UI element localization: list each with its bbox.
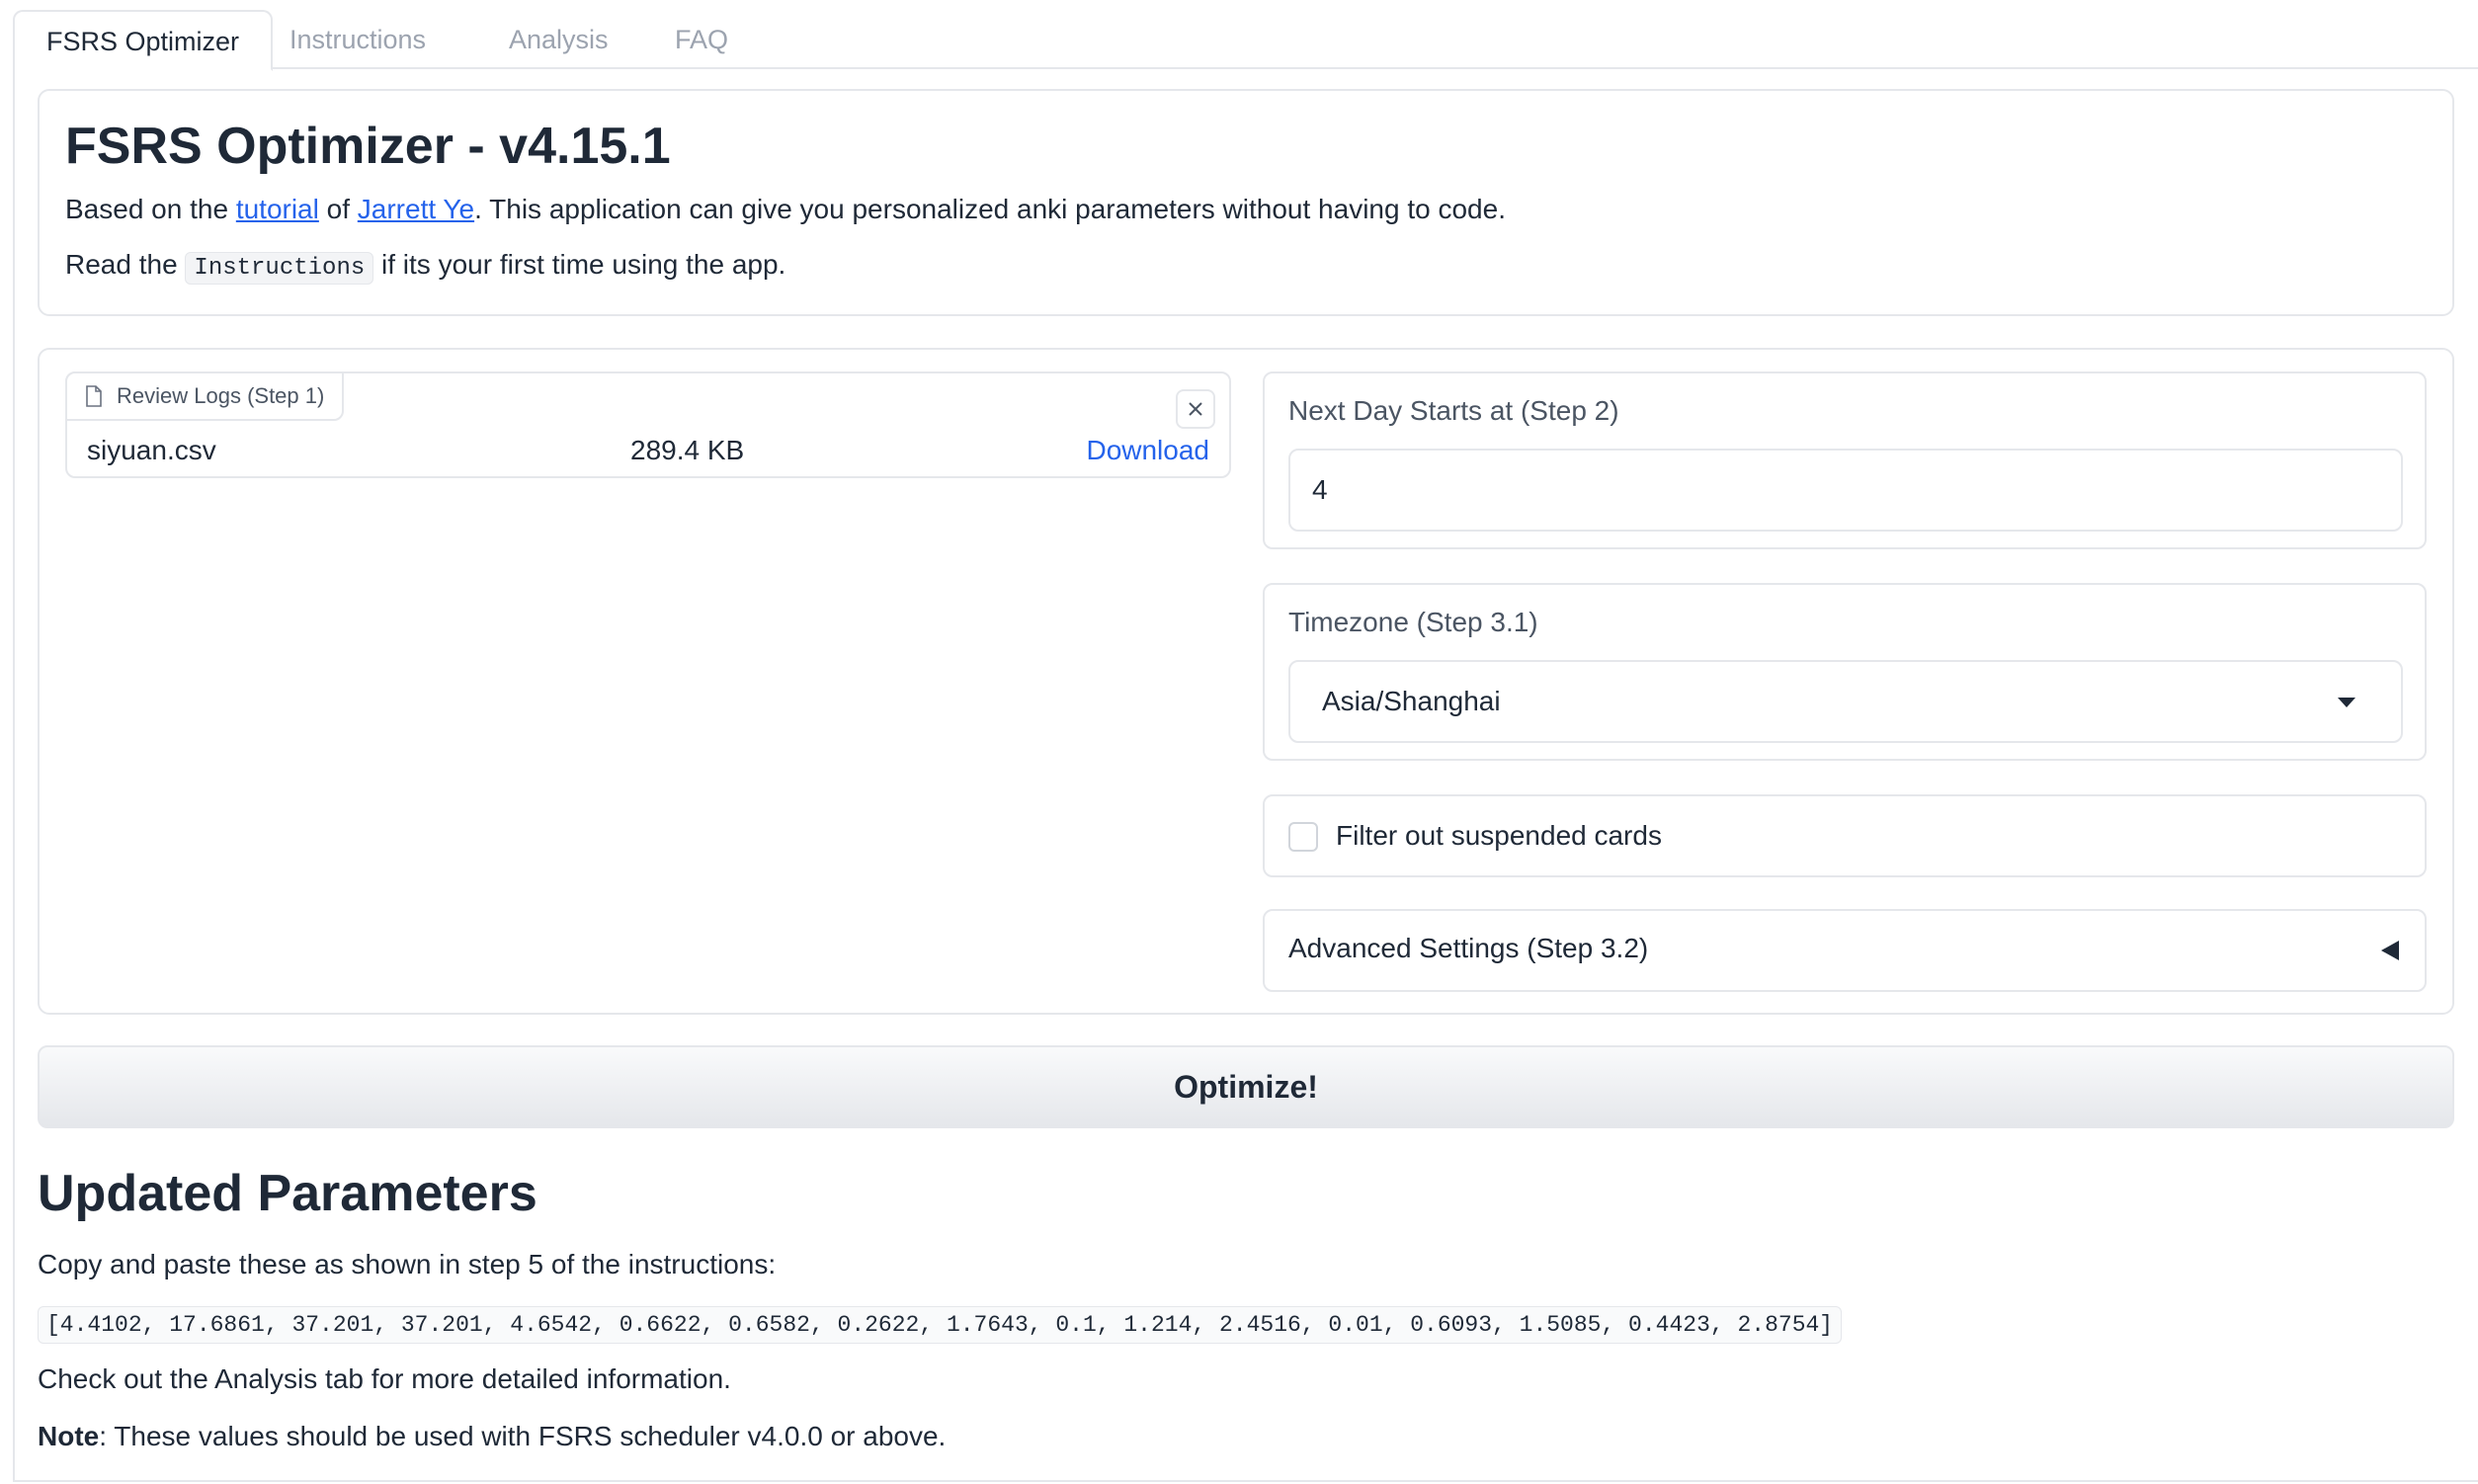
author-link[interactable]: Jarrett Ye: [358, 194, 474, 224]
page-title: FSRS Optimizer - v4.15.1: [65, 118, 671, 175]
filter-suspended-checkbox[interactable]: [1288, 822, 1318, 852]
header-card: FSRS Optimizer - v4.15.1 Based on the tu…: [38, 89, 2454, 316]
instructions-code: Instructions: [185, 252, 374, 285]
note-label: Note: [38, 1421, 100, 1451]
timezone-value: Asia/Shanghai: [1322, 686, 1501, 716]
file-name: siyuan.csv: [87, 435, 216, 465]
tutorial-link[interactable]: tutorial: [236, 194, 319, 224]
intro-suffix: . This application can give you personal…: [474, 194, 1506, 224]
upload-label-text: Review Logs (Step 1): [117, 383, 325, 408]
file-size: 289.4 KB: [630, 435, 745, 465]
tab-instructions[interactable]: Instructions: [258, 10, 457, 69]
hint-suffix: if its your first time using the app.: [373, 249, 786, 280]
close-icon: [1189, 402, 1202, 416]
optimize-button[interactable]: Optimize!: [38, 1045, 2454, 1128]
intro-prefix: Based on the: [65, 194, 236, 224]
intro-mid: of: [318, 194, 358, 224]
download-link[interactable]: Download: [1086, 435, 1209, 466]
form-card: Review Logs (Step 1) siyuan.csv 289.4 KB…: [38, 348, 2454, 1015]
next-day-label: Next Day Starts at (Step 2): [1288, 395, 1619, 426]
filter-suspended-label[interactable]: Filter out suspended cards: [1336, 820, 1662, 852]
advanced-settings-label: Advanced Settings (Step 3.2): [1288, 933, 1649, 963]
tab-bar: FSRS Optimizer Instructions Analysis FAQ: [13, 10, 2478, 71]
collapse-arrow-icon: [2381, 941, 2399, 960]
upload-label: Review Logs (Step 1): [65, 371, 345, 421]
timezone-select[interactable]: Asia/Shanghai: [1288, 660, 2403, 743]
file-icon: [86, 385, 102, 407]
timezone-panel: Timezone (Step 3.1) Asia/Shanghai: [1263, 583, 2427, 761]
parameters-output: [4.4102, 17.6861, 37.201, 37.201, 4.6542…: [38, 1306, 1843, 1344]
hint-prefix: Read the: [65, 249, 186, 280]
filter-panel: Filter out suspended cards: [1263, 794, 2427, 877]
tab-fsrs-optimizer[interactable]: FSRS Optimizer: [13, 10, 274, 71]
note-text: : These values should be used with FSRS …: [99, 1421, 947, 1451]
timezone-label: Timezone (Step 3.1): [1288, 607, 1538, 637]
instructions-hint: Read the Instructions if its your first …: [65, 249, 786, 285]
next-day-input[interactable]: 4: [1288, 449, 2403, 532]
advanced-settings-accordion[interactable]: Advanced Settings (Step 3.2): [1263, 909, 2427, 992]
results-title: Updated Parameters: [38, 1165, 537, 1222]
review-logs-upload[interactable]: Review Logs (Step 1) siyuan.csv 289.4 KB…: [65, 371, 1231, 478]
version-note: Note: These values should be used with F…: [38, 1421, 946, 1452]
tab-analysis[interactable]: Analysis: [477, 10, 640, 69]
results-intro: Copy and paste these as shown in step 5 …: [38, 1249, 777, 1279]
chevron-down-icon: [2338, 698, 2355, 707]
next-day-panel: Next Day Starts at (Step 2) 4: [1263, 371, 2427, 549]
analysis-note: Check out the Analysis tab for more deta…: [38, 1363, 731, 1394]
remove-file-button[interactable]: [1176, 389, 1215, 429]
tab-faq[interactable]: FAQ: [643, 10, 760, 69]
intro-text: Based on the tutorial of Jarrett Ye. Thi…: [65, 194, 1506, 225]
